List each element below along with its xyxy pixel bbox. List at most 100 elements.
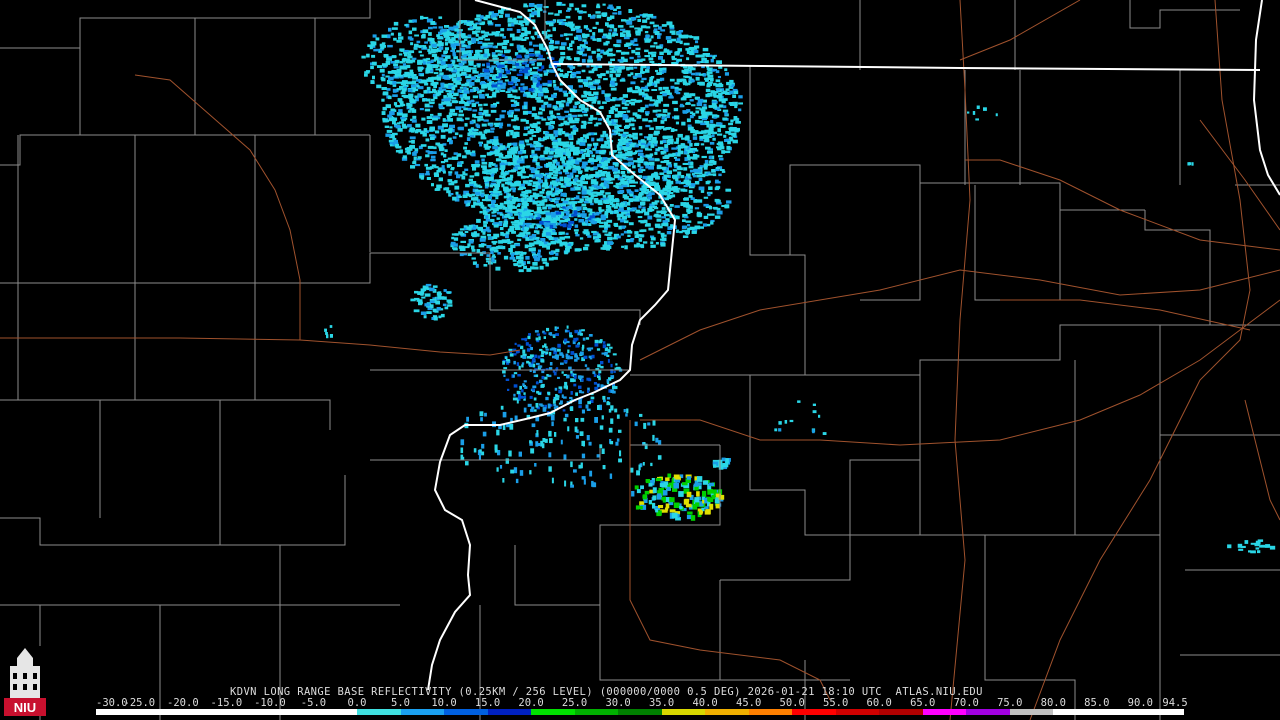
echo-pixel	[535, 96, 542, 100]
echo-pixel	[975, 118, 979, 121]
echo-pixel	[531, 134, 537, 137]
echo-pixel	[536, 121, 541, 125]
echo-pixel	[404, 24, 408, 27]
echo-pixel	[413, 43, 419, 48]
echo-pixel	[501, 45, 507, 50]
echo-pixel	[573, 375, 577, 379]
echo-pixel	[490, 218, 495, 223]
echo-pixel	[600, 146, 607, 149]
echo-pixel	[596, 38, 602, 42]
echo-pixel	[586, 65, 590, 68]
echo-pixel	[623, 36, 630, 40]
echo-pixel	[393, 37, 397, 41]
echo-pixel	[627, 33, 631, 37]
echo-pixel	[675, 215, 680, 220]
echo-pixel	[597, 100, 601, 105]
echo-pixel	[724, 204, 728, 209]
echo-pixel	[565, 148, 570, 152]
echo-pixel	[513, 372, 518, 375]
echo-pixel	[694, 486, 699, 491]
echo-pixel	[529, 470, 532, 475]
echo-pixel	[645, 113, 649, 116]
echo-pixel	[537, 392, 542, 395]
echo-pixel	[424, 303, 430, 307]
echo-pixel	[472, 95, 478, 99]
echo-pixel	[697, 214, 702, 218]
echo-pixel	[555, 252, 559, 256]
echo-pixel	[507, 111, 512, 115]
echo-pixel	[522, 355, 527, 359]
echo-pixel	[516, 204, 520, 207]
echo-pixel	[648, 57, 654, 61]
echo-pixel	[696, 199, 703, 203]
echo-pixel	[588, 117, 593, 121]
echo-pixel	[1265, 544, 1271, 548]
echo-pixel	[683, 70, 689, 74]
echo-pixel	[657, 26, 662, 30]
echo-pixel	[972, 111, 976, 115]
echo-pixel	[635, 209, 640, 214]
echo-pixel	[567, 243, 572, 246]
echo-pixel	[559, 236, 565, 240]
echo-pixel	[471, 37, 476, 42]
echo-pixel	[522, 180, 528, 184]
echo-pixel	[329, 334, 333, 338]
echo-pixel	[663, 187, 668, 192]
echo-pixel	[423, 45, 427, 49]
echo-pixel	[403, 53, 408, 57]
echo-pixel	[653, 80, 660, 84]
echo-pixel	[726, 139, 730, 142]
echo-pixel	[365, 70, 371, 73]
echo-pixel	[654, 31, 660, 35]
echo-pixel	[702, 173, 706, 178]
echo-pixel	[494, 154, 501, 157]
echo-pixel	[531, 149, 535, 154]
echo-pixel	[525, 203, 529, 207]
echo-pixel	[382, 64, 388, 67]
echo-pixel	[467, 41, 472, 44]
echo-pixel	[616, 438, 620, 442]
echo-pixel	[1191, 162, 1194, 166]
echo-pixel	[639, 166, 644, 169]
echo-pixel	[509, 423, 514, 430]
echo-pixel	[600, 73, 606, 77]
echo-pixel	[565, 15, 571, 19]
echo-pixel	[494, 164, 498, 168]
echo-pixel	[629, 25, 634, 28]
echo-pixel	[590, 396, 595, 400]
echo-pixel	[490, 105, 496, 108]
echo-pixel	[532, 106, 536, 111]
echo-pixel	[488, 195, 492, 199]
echo-pixel	[624, 125, 629, 129]
echo-pixel	[492, 242, 497, 245]
echo-pixel	[566, 374, 570, 379]
echo-pixel	[471, 245, 475, 250]
echo-pixel	[1240, 545, 1246, 548]
echo-pixel	[594, 200, 600, 204]
echo-pixel	[544, 438, 548, 443]
echo-pixel	[735, 121, 741, 124]
echo-pixel	[473, 183, 478, 187]
echo-pixel	[733, 117, 739, 121]
echo-pixel	[615, 74, 621, 78]
echo-pixel	[672, 153, 676, 156]
echo-pixel	[696, 174, 702, 178]
echo-pixel	[526, 126, 531, 129]
echo-pixel	[538, 336, 541, 341]
echo-pixel	[528, 48, 534, 52]
echo-pixel	[569, 406, 574, 411]
echo-pixel	[548, 332, 552, 335]
echo-pixel	[608, 231, 613, 234]
echo-pixel	[500, 165, 506, 169]
echo-pixel	[407, 61, 411, 64]
echo-pixel	[450, 34, 457, 37]
echo-pixel	[535, 382, 539, 385]
echo-pixel	[560, 34, 564, 37]
echo-pixel	[451, 86, 456, 91]
echo-pixel	[622, 215, 626, 220]
echo-pixel	[416, 85, 420, 88]
echo-pixel	[722, 117, 728, 121]
echo-pixel	[578, 405, 582, 409]
echo-pixel	[538, 54, 543, 58]
echo-pixel	[552, 355, 555, 359]
